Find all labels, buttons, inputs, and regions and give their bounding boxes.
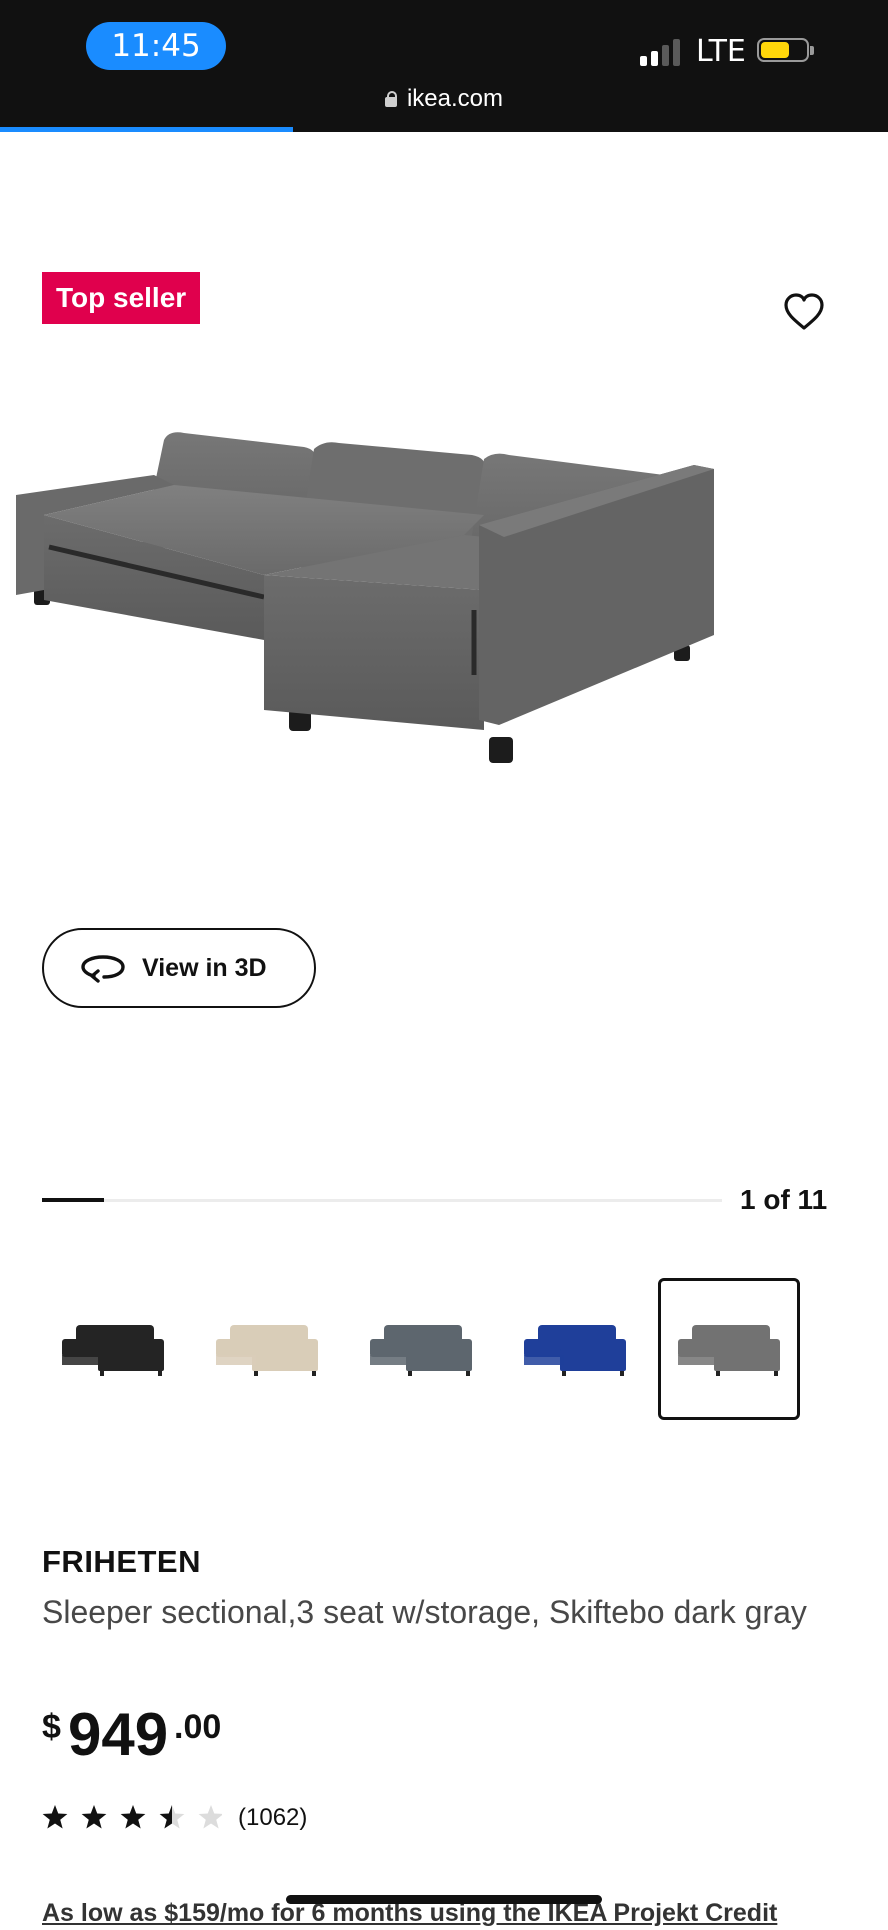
lock-icon [384, 91, 397, 107]
rotate-3d-icon [81, 955, 125, 983]
sofa-thumbnail [370, 1325, 472, 1376]
color-swatch[interactable] [42, 1278, 184, 1420]
browser-top-bar: 11:45 LTE ikea.com [0, 0, 888, 132]
url-bar[interactable]: ikea.com [0, 84, 888, 114]
network-type: LTE [696, 34, 746, 69]
home-indicator[interactable] [286, 1895, 602, 1904]
star-icon [198, 1805, 222, 1829]
top-seller-badge: Top seller [42, 272, 201, 324]
review-count[interactable]: (1062) [238, 1802, 307, 1834]
page-load-progress [0, 127, 294, 132]
cellular-signal-icon [640, 38, 684, 66]
carousel-progress [42, 1198, 104, 1202]
url-text: ikea.com [406, 85, 504, 112]
star-icon-filled [120, 1805, 146, 1829]
heart-icon[interactable] [783, 292, 825, 332]
color-swatch[interactable] [658, 1278, 800, 1420]
product-description: Sleeper sectional,3 seat w/storage, Skif… [42, 1594, 807, 1630]
star-icon-filled [81, 1805, 107, 1829]
sofa-thumbnail [678, 1325, 780, 1376]
sofa-thumbnail [62, 1325, 164, 1376]
price-integer: 949 [68, 1701, 169, 1768]
view-in-3d-button[interactable]: View in 3D [42, 928, 316, 1008]
sofa-thumbnail [524, 1325, 626, 1376]
price-decimal: .00 [174, 1708, 222, 1746]
product-image [16, 432, 714, 763]
product-name: FRIHETEN [42, 1544, 201, 1579]
star-icon-filled [42, 1805, 68, 1829]
battery-icon [757, 38, 815, 65]
sofa-thumbnail [216, 1325, 318, 1376]
status-time: 11:45 [86, 22, 226, 70]
color-swatch[interactable] [350, 1278, 492, 1420]
color-swatch[interactable] [196, 1278, 338, 1420]
price-currency: $ [42, 1708, 61, 1746]
color-swatch[interactable] [504, 1278, 646, 1420]
view-in-3d-label: View in 3D [142, 954, 267, 982]
carousel-track [42, 1199, 722, 1202]
image-counter: 1 of 11 [740, 1184, 828, 1215]
rating-stars[interactable] [42, 1803, 222, 1833]
